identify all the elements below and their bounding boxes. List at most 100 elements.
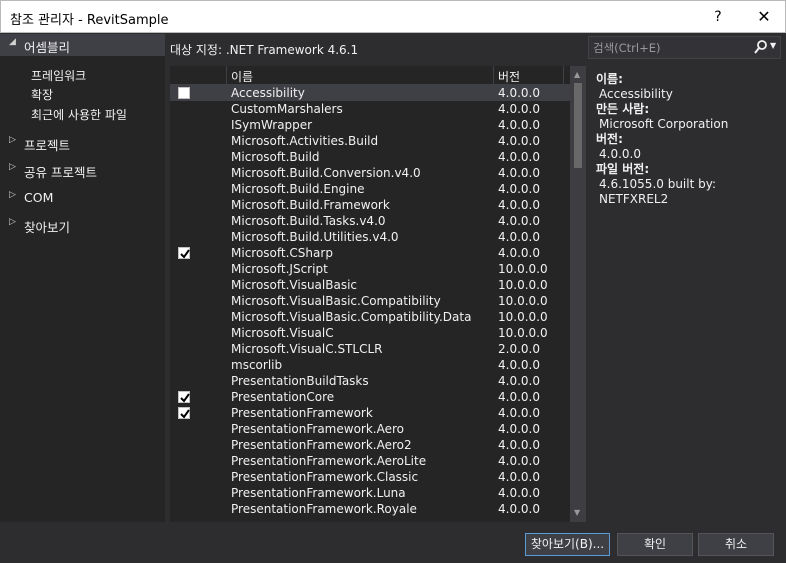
reference-checkbox[interactable] xyxy=(178,487,190,499)
table-row[interactable]: Microsoft.VisualBasic 10.0.0.0 xyxy=(170,277,570,293)
vertical-scrollbar[interactable]: ▲ ▼ xyxy=(570,66,586,522)
reference-checkbox[interactable] xyxy=(178,471,190,483)
ok-button[interactable]: 확인 xyxy=(617,533,693,556)
help-button[interactable]: ? xyxy=(701,1,735,33)
detail-version-label: 버전: xyxy=(596,132,623,146)
reference-checkbox[interactable] xyxy=(178,199,190,211)
search-box[interactable]: ▼ xyxy=(588,36,781,59)
sidebar-item-com[interactable]: ▷ COM xyxy=(0,187,165,209)
sidebar-item-shared-projects[interactable]: ▷ 공유 프로젝트 xyxy=(0,159,165,181)
sidebar-item-extensions[interactable]: 확장 xyxy=(31,86,53,103)
reference-version: 4.0.0.0 xyxy=(498,134,540,148)
reference-checkbox[interactable] xyxy=(178,183,190,195)
reference-checkbox[interactable] xyxy=(178,375,190,387)
cancel-button[interactable]: 취소 xyxy=(698,533,774,556)
reference-checkbox[interactable] xyxy=(178,455,190,467)
reference-name: Microsoft.VisualBasic.Compatibility xyxy=(231,294,441,308)
expanded-arrow-icon: ◢ xyxy=(9,37,16,47)
table-row[interactable]: Microsoft.Build.Engine 4.0.0.0 xyxy=(170,181,570,197)
sidebar-item-label: 공유 프로젝트 xyxy=(24,165,97,180)
table-row[interactable]: Microsoft.Build.Framework 4.0.0.0 xyxy=(170,197,570,213)
table-row[interactable]: Microsoft.VisualC 10.0.0.0 xyxy=(170,325,570,341)
reference-checkbox[interactable] xyxy=(178,263,190,275)
reference-checkbox[interactable] xyxy=(178,439,190,451)
column-separator[interactable] xyxy=(563,66,564,84)
search-input[interactable] xyxy=(593,39,743,56)
detail-author-label: 만든 사람: xyxy=(596,102,650,116)
column-header-version[interactable]: 버전 xyxy=(498,68,520,85)
sidebar-item-projects[interactable]: ▷ 프로젝트 xyxy=(0,132,165,154)
reference-checkbox[interactable] xyxy=(178,167,190,179)
reference-checkbox[interactable] xyxy=(178,295,190,307)
sidebar-item-browse[interactable]: ▷ 찾아보기 xyxy=(0,214,165,236)
detail-version-value: 4.0.0.0 xyxy=(599,147,641,161)
table-row[interactable]: PresentationCore 4.0.0.0 xyxy=(170,389,570,405)
table-row[interactable]: mscorlib 4.0.0.0 xyxy=(170,357,570,373)
reference-checkbox[interactable] xyxy=(178,231,190,243)
table-row[interactable]: Microsoft.Build.Tasks.v4.0 4.0.0.0 xyxy=(170,213,570,229)
reference-version: 10.0.0.0 xyxy=(498,326,548,340)
table-row[interactable]: Microsoft.Activities.Build 4.0.0.0 xyxy=(170,133,570,149)
table-row[interactable]: ISymWrapper 4.0.0.0 xyxy=(170,117,570,133)
reference-name: Microsoft.Build.Framework xyxy=(231,198,390,212)
table-row[interactable]: Microsoft.CSharp 4.0.0.0 xyxy=(170,245,570,261)
table-row[interactable]: PresentationFramework.AeroLite 4.0.0.0 xyxy=(170,453,570,469)
table-row[interactable]: Microsoft.JScript 10.0.0.0 xyxy=(170,261,570,277)
reference-name: PresentationFramework.Classic xyxy=(231,470,419,484)
column-separator[interactable] xyxy=(493,66,494,84)
reference-version: 4.0.0.0 xyxy=(498,166,540,180)
table-row[interactable]: PresentationFramework.Aero 4.0.0.0 xyxy=(170,421,570,437)
scrollbar-thumb[interactable] xyxy=(574,83,582,168)
table-row[interactable]: PresentationFramework 4.0.0.0 xyxy=(170,405,570,421)
search-icon[interactable] xyxy=(754,39,768,55)
reference-name: Microsoft.JScript xyxy=(231,262,328,276)
reference-checkbox[interactable] xyxy=(178,119,190,131)
reference-checkbox[interactable] xyxy=(178,503,190,515)
browse-button[interactable]: 찾아보기(B)... xyxy=(525,533,610,556)
reference-version: 4.0.0.0 xyxy=(498,422,540,436)
sidebar-item-assemblies[interactable]: ◢ 어셈블리 xyxy=(0,34,165,56)
table-row[interactable]: PresentationFramework.Royale 4.0.0.0 xyxy=(170,501,570,517)
table-row[interactable]: PresentationFramework.Aero2 4.0.0.0 xyxy=(170,437,570,453)
sidebar-item-label: 프로젝트 xyxy=(24,138,71,153)
table-row[interactable]: Microsoft.VisualC.STLCLR 2.0.0.0 xyxy=(170,341,570,357)
table-row[interactable]: PresentationFramework.Luna 4.0.0.0 xyxy=(170,485,570,501)
reference-checkbox[interactable] xyxy=(178,247,190,259)
table-row[interactable]: Microsoft.Build.Conversion.v4.0 4.0.0.0 xyxy=(170,165,570,181)
sidebar-item-framework[interactable]: 프레임워크 xyxy=(31,67,86,84)
scroll-down-icon[interactable]: ▼ xyxy=(574,508,580,517)
table-row[interactable]: Microsoft.Build.Utilities.v4.0 4.0.0.0 xyxy=(170,229,570,245)
reference-checkbox[interactable] xyxy=(178,423,190,435)
reference-checkbox[interactable] xyxy=(178,407,190,419)
table-row[interactable]: Microsoft.Build 4.0.0.0 xyxy=(170,149,570,165)
search-options-dropdown-icon[interactable]: ▼ xyxy=(770,41,776,50)
reference-version: 4.0.0.0 xyxy=(498,198,540,212)
table-row[interactable]: Microsoft.VisualBasic.Compatibility.Data… xyxy=(170,309,570,325)
sidebar-item-recent[interactable]: 최근에 사용한 파일 xyxy=(31,106,127,123)
collapsed-arrow-icon: ▷ xyxy=(9,190,16,200)
reference-checkbox[interactable] xyxy=(178,327,190,339)
table-row[interactable]: Microsoft.VisualBasic.Compatibility 10.0.… xyxy=(170,293,570,309)
reference-checkbox[interactable] xyxy=(178,279,190,291)
reference-checkbox[interactable] xyxy=(178,215,190,227)
reference-name: PresentationFramework.Royale xyxy=(231,502,417,516)
table-row[interactable]: Accessibility 4.0.0.0 xyxy=(170,85,570,101)
reference-checkbox[interactable] xyxy=(178,343,190,355)
reference-version: 4.0.0.0 xyxy=(498,486,540,500)
reference-version: 4.0.0.0 xyxy=(498,470,540,484)
scroll-up-icon[interactable]: ▲ xyxy=(574,70,580,79)
table-row[interactable]: CustomMarshalers 4.0.0.0 xyxy=(170,101,570,117)
reference-checkbox[interactable] xyxy=(178,103,190,115)
reference-version: 4.0.0.0 xyxy=(498,406,540,420)
column-separator[interactable] xyxy=(226,66,227,84)
reference-checkbox[interactable] xyxy=(178,359,190,371)
reference-checkbox[interactable] xyxy=(178,311,190,323)
reference-checkbox[interactable] xyxy=(178,87,190,99)
table-row[interactable]: PresentationBuildTasks 4.0.0.0 xyxy=(170,373,570,389)
reference-checkbox[interactable] xyxy=(178,391,190,403)
table-row[interactable]: PresentationFramework.Classic 4.0.0.0 xyxy=(170,469,570,485)
reference-checkbox[interactable] xyxy=(178,135,190,147)
close-button[interactable]: ✕ xyxy=(742,1,786,33)
column-header-name[interactable]: 이름 xyxy=(231,68,253,85)
reference-checkbox[interactable] xyxy=(178,151,190,163)
